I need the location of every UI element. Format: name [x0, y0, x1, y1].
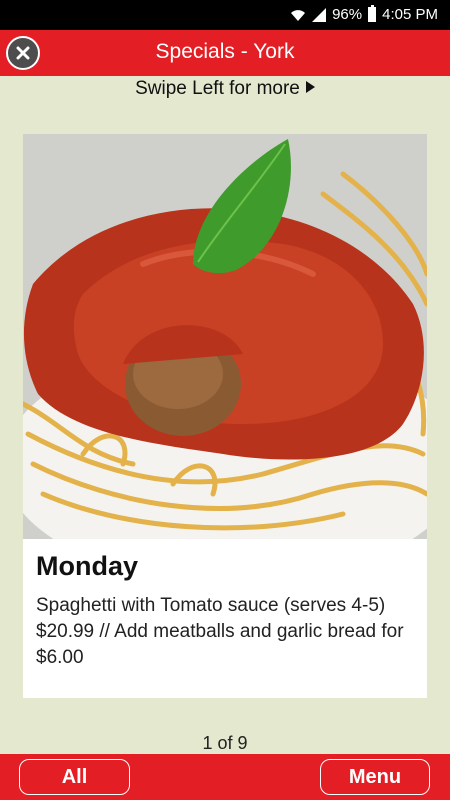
page-indicator: 1 of 9	[202, 733, 248, 753]
special-day-title: Monday	[36, 551, 139, 581]
bottom-bar: All Menu	[0, 754, 450, 800]
swipe-hint: Swipe Left for more	[0, 78, 450, 100]
status-bar: 96% 4:05 PM	[0, 0, 450, 30]
wifi-icon	[291, 9, 306, 21]
all-button[interactable]: All	[19, 759, 130, 795]
menu-button[interactable]: Menu	[320, 759, 430, 795]
page-title: Specials - York	[155, 40, 295, 63]
spaghetti-image	[23, 134, 427, 539]
battery-icon	[368, 5, 377, 22]
swipe-hint-label: Swipe Left for more	[135, 78, 300, 99]
signal-icon	[312, 7, 327, 22]
header: Specials - York	[0, 30, 450, 76]
special-card[interactable]: Monday Spaghetti with Tomato sauce (serv…	[23, 134, 427, 698]
clock: 4:05 PM	[382, 6, 438, 23]
food-photo	[23, 134, 427, 539]
special-description: Spaghetti with Tomato sauce (serves 4-5)…	[36, 595, 404, 668]
play-arrow-icon	[305, 81, 315, 93]
battery-percent: 96%	[332, 6, 363, 23]
